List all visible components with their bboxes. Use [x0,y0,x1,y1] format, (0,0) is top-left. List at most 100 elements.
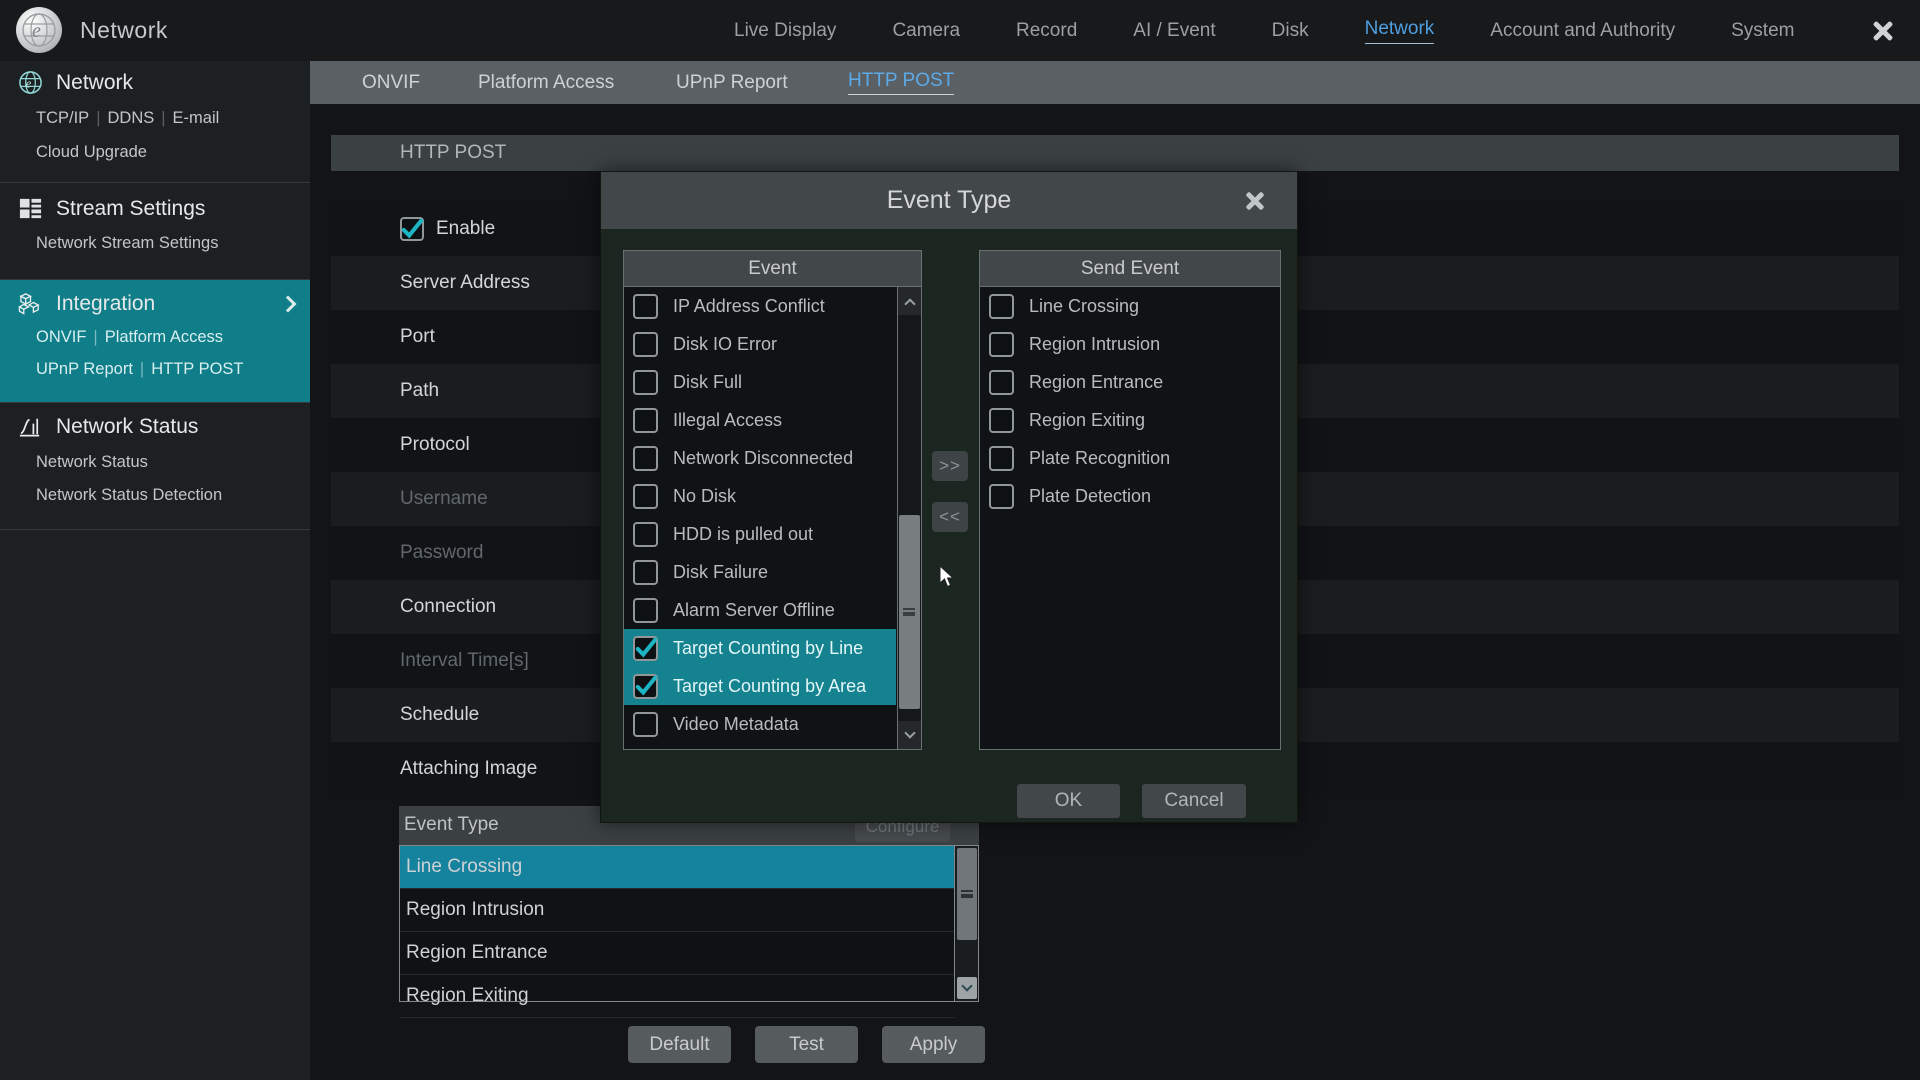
event-type-item-region-exiting[interactable]: Region Exiting [400,975,955,1018]
item-checkbox[interactable] [633,332,658,357]
item-checkbox[interactable] [633,560,658,585]
sidebar-link-e-mail[interactable]: E-mail [173,109,220,127]
footer-buttons: Default Test Apply [628,1026,985,1063]
dialog-list-item-disk-failure[interactable]: Disk Failure [624,553,896,591]
ok-button[interactable]: OK [1017,784,1120,818]
item-checkbox[interactable] [633,446,658,471]
dialog-list-item-alarm-server-offline[interactable]: Alarm Server Offline [624,591,896,629]
dialog-list-item-target-counting-by-area[interactable]: Target Counting by Area [624,667,896,705]
item-checkbox[interactable] [989,484,1014,509]
move-left-button[interactable]: << [932,502,968,532]
event-list-scrollbar[interactable] [897,287,921,749]
dialog-list-item-region-entrance[interactable]: Region Entrance [980,363,1280,401]
default-button[interactable]: Default [628,1026,731,1063]
sidebar-link-http-post[interactable]: HTTP POST [151,360,243,378]
move-right-button[interactable]: >> [932,451,968,481]
dialog-list-item-video-metadata[interactable]: Video Metadata [624,705,896,743]
item-checkbox[interactable] [989,294,1014,319]
item-checkbox[interactable] [633,712,658,737]
tab-upnp-report[interactable]: UPnP Report [676,61,788,104]
event-listbox: Event IP Address ConflictDisk IO ErrorDi… [623,250,922,750]
dialog-list-item-region-exiting[interactable]: Region Exiting [980,401,1280,439]
dialog-close-icon[interactable] [1241,187,1269,215]
row-label: Port [400,326,435,348]
sidebar-section-stream-settings[interactable]: Stream SettingsNetwork Stream Settings [0,184,310,280]
event-type-table: Line CrossingRegion IntrusionRegion Entr… [399,845,979,1002]
sidebar-section-integration[interactable]: IntegrationONVIF|Platform AccessUPnP Rep… [0,280,310,403]
test-button[interactable]: Test [755,1026,858,1063]
item-checkbox[interactable] [633,370,658,395]
item-checkbox[interactable] [633,636,658,661]
link-separator: | [86,328,104,346]
sidebar-section-network-status[interactable]: Network StatusNetwork StatusNetwork Stat… [0,403,310,530]
event-listbox-header: Event [624,251,921,287]
event-type-scrollbar[interactable] [954,846,978,1001]
row-label: Schedule [400,704,479,726]
apply-button[interactable]: Apply [882,1026,985,1063]
tab-onvif[interactable]: ONVIF [362,61,420,104]
dialog-list-item-hdd-is-pulled-out[interactable]: HDD is pulled out [624,515,896,553]
enable-checkbox[interactable] [400,217,424,241]
scrollbar-thumb[interactable] [899,515,920,709]
link-separator: | [133,360,151,378]
dialog-list-item-network-disconnected[interactable]: Network Disconnected [624,439,896,477]
dialog-list-item-disk-full[interactable]: Disk Full [624,363,896,401]
subtab-bar: ONVIF Platform Access UPnP Report HTTP POST [310,61,1920,104]
scrollbar-down-icon[interactable] [957,977,977,999]
sidebar-link-upnp-report[interactable]: UPnP Report [36,360,133,378]
topnav-item-live-display[interactable]: Live Display [734,20,836,42]
scrollbar-thumb[interactable] [957,848,977,940]
sidebar-link-network-stream-settings[interactable]: Network Stream Settings [36,234,218,252]
topnav-item-ai-event[interactable]: AI / Event [1133,20,1215,42]
event-type-item-region-intrusion[interactable]: Region Intrusion [400,889,955,932]
sidebar-link-network-status-detection[interactable]: Network Status Detection [36,486,222,504]
dialog-list-item-plate-recognition[interactable]: Plate Recognition [980,439,1280,477]
topnav-item-account-and-authority[interactable]: Account and Authority [1490,20,1675,42]
item-checkbox[interactable] [633,484,658,509]
event-type-item-line-crossing[interactable]: Line Crossing [400,846,955,889]
sidebar-section-network[interactable]: eNetworkTCP/IP|DDNS|E-mailCloud Upgrade [0,61,310,183]
tab-http-post[interactable]: HTTP POST [848,61,954,104]
topnav-item-camera[interactable]: Camera [892,20,960,42]
sidebar-section-title: Network [56,71,133,95]
section-title: HTTP POST [400,142,506,164]
dialog-list-item-no-disk[interactable]: No Disk [624,477,896,515]
sidebar-link-ddns[interactable]: DDNS [107,109,154,127]
chevron-right-icon [280,296,297,313]
scrollbar-up-icon[interactable] [898,287,921,315]
item-checkbox[interactable] [633,598,658,623]
dialog-list-item-plate-detection[interactable]: Plate Detection [980,477,1280,515]
item-checkbox[interactable] [633,674,658,699]
event-type-item-region-entrance[interactable]: Region Entrance [400,932,955,975]
sidebar-link-row: ONVIF|Platform Access [36,328,223,347]
dialog-list-item-illegal-access[interactable]: Illegal Access [624,401,896,439]
dialog-list-item-target-counting-by-line[interactable]: Target Counting by Line [624,629,896,667]
sidebar-link-tcp-ip[interactable]: TCP/IP [36,109,89,127]
scrollbar-down-icon[interactable] [898,721,921,749]
item-checkbox[interactable] [989,408,1014,433]
row-label: Path [400,380,439,402]
item-checkbox[interactable] [633,522,658,547]
dialog-list-item-ip-address-conflict[interactable]: IP Address Conflict [624,287,896,325]
dialog-list-item-region-intrusion[interactable]: Region Intrusion [980,325,1280,363]
item-checkbox[interactable] [633,408,658,433]
close-icon[interactable] [1868,16,1898,46]
dialog-list-item-disk-io-error[interactable]: Disk IO Error [624,325,896,363]
item-checkbox[interactable] [989,446,1014,471]
item-checkbox[interactable] [989,332,1014,357]
tab-platform-access[interactable]: Platform Access [478,61,614,104]
item-checkbox[interactable] [633,294,658,319]
cancel-button[interactable]: Cancel [1142,784,1246,818]
topnav-item-record[interactable]: Record [1016,20,1077,42]
row-label: Attaching Image [400,758,537,780]
sidebar-link-platform-access[interactable]: Platform Access [105,328,223,346]
sidebar-link-network-status[interactable]: Network Status [36,453,148,471]
sidebar-link-cloud-upgrade[interactable]: Cloud Upgrade [36,143,147,161]
top-bar: e Network Live DisplayCameraRecordAI / E… [0,0,1920,61]
sidebar-link-onvif[interactable]: ONVIF [36,328,86,346]
topnav-item-system[interactable]: System [1731,20,1794,42]
item-checkbox[interactable] [989,370,1014,395]
topnav-item-disk[interactable]: Disk [1272,20,1309,42]
topnav-item-network[interactable]: Network [1365,18,1435,44]
dialog-list-item-line-crossing[interactable]: Line Crossing [980,287,1280,325]
